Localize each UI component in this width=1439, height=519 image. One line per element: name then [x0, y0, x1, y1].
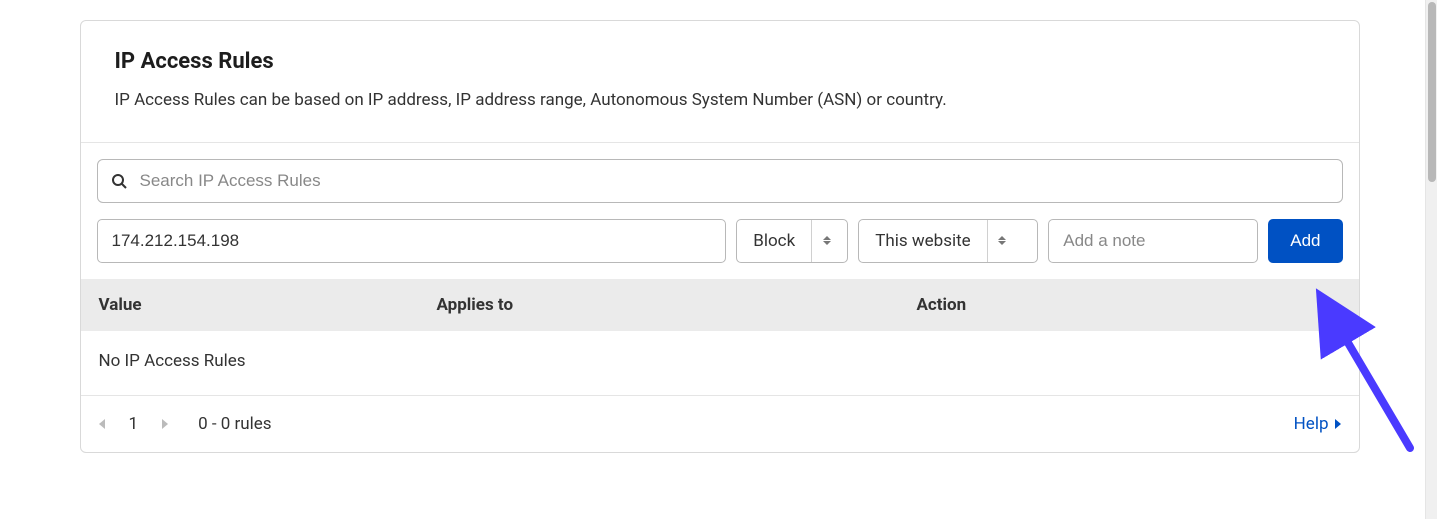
add-rule-row: Block This website Add — [97, 219, 1343, 263]
section-description: IP Access Rules can be based on IP addre… — [115, 88, 1325, 114]
ip-value-input[interactable] — [97, 219, 727, 263]
scope-select-label[interactable]: This website — [859, 220, 986, 262]
table-header: Value Applies to Action — [81, 279, 1359, 331]
note-input[interactable] — [1048, 219, 1258, 263]
ip-access-rules-card: IP Access Rules IP Access Rules can be b… — [80, 20, 1360, 453]
help-label: Help — [1294, 414, 1329, 434]
card-header: IP Access Rules IP Access Rules can be b… — [81, 21, 1359, 143]
table-footer: 1 0 - 0 rules Help — [97, 396, 1343, 452]
search-wrap — [97, 159, 1343, 203]
sort-caret-icon[interactable] — [811, 220, 841, 262]
add-button[interactable]: Add — [1268, 219, 1342, 263]
sort-caret-icon[interactable] — [987, 220, 1017, 262]
pager-range-text: 0 - 0 rules — [198, 414, 272, 434]
card-body: Block This website Add V — [81, 143, 1359, 452]
scrollbar-track[interactable] — [1425, 0, 1437, 519]
search-icon — [111, 173, 127, 189]
search-input[interactable] — [97, 159, 1343, 203]
empty-state-text: No IP Access Rules — [81, 331, 1359, 396]
scope-select[interactable]: This website — [858, 219, 1038, 263]
pager: 1 0 - 0 rules — [99, 414, 272, 434]
scrollbar-thumb[interactable] — [1428, 2, 1436, 182]
pager-nav: 1 — [99, 414, 169, 434]
column-header-applies-to: Applies to — [437, 295, 917, 315]
pager-next-icon[interactable] — [162, 419, 168, 429]
column-header-action: Action — [917, 295, 1343, 315]
column-header-value: Value — [97, 295, 437, 315]
action-select[interactable]: Block — [736, 219, 848, 263]
help-link[interactable]: Help — [1294, 414, 1341, 434]
section-title: IP Access Rules — [115, 49, 1325, 74]
action-select-label[interactable]: Block — [737, 220, 811, 262]
pager-current-page: 1 — [129, 414, 139, 434]
pager-prev-icon[interactable] — [99, 419, 105, 429]
chevron-right-icon — [1335, 419, 1341, 429]
